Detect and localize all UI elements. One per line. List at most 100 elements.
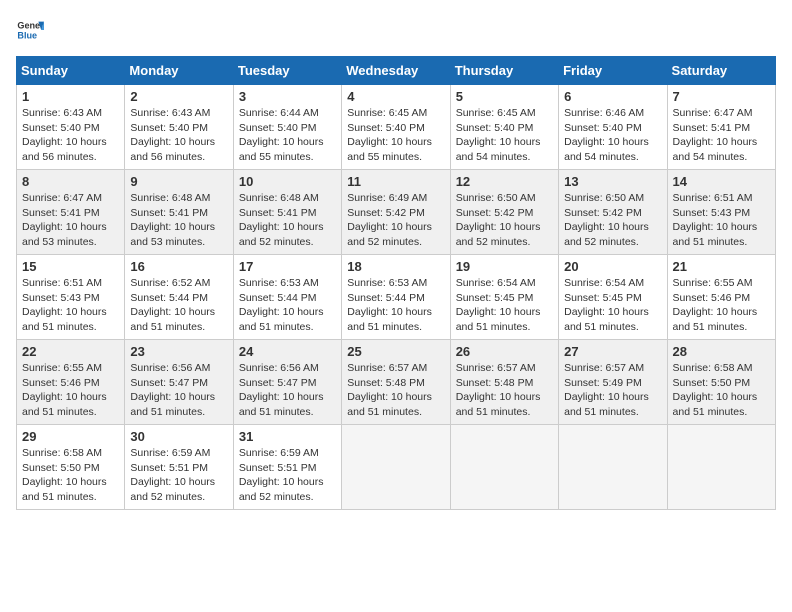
day-info: Sunrise: 6:54 AM Sunset: 5:45 PM Dayligh… [456,276,553,335]
calendar-cell: 30Sunrise: 6:59 AM Sunset: 5:51 PM Dayli… [125,425,233,510]
day-number: 15 [22,259,119,274]
calendar-cell [342,425,450,510]
day-info: Sunrise: 6:54 AM Sunset: 5:45 PM Dayligh… [564,276,661,335]
calendar-cell: 17 Sunrise: 6:53 AM Sunset: 5:44 PM Dayli… [233,255,341,340]
header-monday: Monday [125,57,233,85]
calendar-cell: 31 Sunrise: 6:59 AM Sunset: 5:51 PM Dayli… [233,425,341,510]
calendar-cell [559,425,667,510]
day-info: Sunrise: 6:48 AM Sunset: 5:41 PM Dayligh… [130,191,227,250]
calendar-cell: 14 Sunrise: 6:51 AM Sunset: 5:43 PM Dayli… [667,170,775,255]
day-info: Sunrise: 6:44 AM Sunset: 5:40 PM Dayligh… [239,106,336,165]
day-info: Sunrise: 6:50 AM Sunset: 5:42 PM Dayligh… [564,191,661,250]
page-header: General Blue [16,16,776,44]
day-info: Sunrise: 6:49 AM Sunset: 5:42 PM Dayligh… [347,191,444,250]
day-info: Sunrise: 6:48 AM Sunset: 5:41 PM Dayligh… [239,191,336,250]
calendar-cell: 9 Sunrise: 6:48 AM Sunset: 5:41 PM Daylig… [125,170,233,255]
calendar-cell: 25 Sunrise: 6:57 AM Sunset: 5:48 PM Dayli… [342,340,450,425]
calendar-week-1: 1 Sunrise: 6:43 AM Sunset: 5:40 PM Daylig… [17,85,776,170]
day-number: 4 [347,89,444,104]
calendar-cell: 13 Sunrise: 6:50 AM Sunset: 5:42 PM Dayli… [559,170,667,255]
day-number: 1 [22,89,119,104]
day-number: 6 [564,89,661,104]
day-number: 26 [456,344,553,359]
calendar-cell: 12Sunrise: 6:50 AM Sunset: 5:42 PM Dayli… [450,170,558,255]
day-info: Sunrise: 6:53 AM Sunset: 5:44 PM Dayligh… [347,276,444,335]
calendar-cell: 18Sunrise: 6:53 AM Sunset: 5:44 PM Dayli… [342,255,450,340]
day-number: 14 [673,174,770,189]
calendar-week-4: 22 Sunrise: 6:55 AM Sunset: 5:46 PM Dayli… [17,340,776,425]
day-info: Sunrise: 6:58 AM Sunset: 5:50 PM Dayligh… [673,361,770,420]
day-info: Sunrise: 6:59 AM Sunset: 5:51 PM Dayligh… [239,446,336,505]
day-number: 5 [456,89,553,104]
day-number: 19 [456,259,553,274]
day-number: 13 [564,174,661,189]
calendar-cell: 28 Sunrise: 6:58 AM Sunset: 5:50 PM Dayli… [667,340,775,425]
day-number: 9 [130,174,227,189]
day-info: Sunrise: 6:52 AM Sunset: 5:44 PM Dayligh… [130,276,227,335]
day-number: 10 [239,174,336,189]
calendar-cell [450,425,558,510]
day-info: Sunrise: 6:43 AM Sunset: 5:40 PM Dayligh… [22,106,119,165]
calendar-cell: 1 Sunrise: 6:43 AM Sunset: 5:40 PM Daylig… [17,85,125,170]
header-saturday: Saturday [667,57,775,85]
day-info: Sunrise: 6:51 AM Sunset: 5:43 PM Dayligh… [673,191,770,250]
day-number: 27 [564,344,661,359]
day-number: 3 [239,89,336,104]
day-number: 8 [22,174,119,189]
calendar-cell: 5Sunrise: 6:45 AM Sunset: 5:40 PM Daylig… [450,85,558,170]
day-info: Sunrise: 6:56 AM Sunset: 5:47 PM Dayligh… [130,361,227,420]
calendar-cell: 8 Sunrise: 6:47 AM Sunset: 5:41 PM Daylig… [17,170,125,255]
day-number: 23 [130,344,227,359]
day-number: 7 [673,89,770,104]
day-info: Sunrise: 6:43 AM Sunset: 5:40 PM Dayligh… [130,106,227,165]
header-friday: Friday [559,57,667,85]
calendar-cell [667,425,775,510]
day-info: Sunrise: 6:57 AM Sunset: 5:49 PM Dayligh… [564,361,661,420]
calendar-cell: 4 Sunrise: 6:45 AM Sunset: 5:40 PM Daylig… [342,85,450,170]
calendar-cell: 23 Sunrise: 6:56 AM Sunset: 5:47 PM Dayli… [125,340,233,425]
calendar-week-5: 29 Sunrise: 6:58 AM Sunset: 5:50 PM Dayli… [17,425,776,510]
day-number: 11 [347,174,444,189]
day-number: 22 [22,344,119,359]
header-tuesday: Tuesday [233,57,341,85]
logo-icon: General Blue [16,16,44,44]
day-info: Sunrise: 6:47 AM Sunset: 5:41 PM Dayligh… [673,106,770,165]
day-info: Sunrise: 6:58 AM Sunset: 5:50 PM Dayligh… [22,446,119,505]
calendar-cell: 24Sunrise: 6:56 AM Sunset: 5:47 PM Dayli… [233,340,341,425]
day-number: 28 [673,344,770,359]
calendar-cell: 15 Sunrise: 6:51 AM Sunset: 5:43 PM Dayli… [17,255,125,340]
calendar-cell: 29 Sunrise: 6:58 AM Sunset: 5:50 PM Dayli… [17,425,125,510]
day-number: 2 [130,89,227,104]
calendar-cell: 22 Sunrise: 6:55 AM Sunset: 5:46 PM Dayli… [17,340,125,425]
logo: General Blue [16,16,44,44]
calendar-cell: 2 Sunrise: 6:43 AM Sunset: 5:40 PM Daylig… [125,85,233,170]
day-info: Sunrise: 6:47 AM Sunset: 5:41 PM Dayligh… [22,191,119,250]
calendar-cell: 11 Sunrise: 6:49 AM Sunset: 5:42 PM Dayli… [342,170,450,255]
calendar-cell: 19 Sunrise: 6:54 AM Sunset: 5:45 PM Dayli… [450,255,558,340]
day-info: Sunrise: 6:55 AM Sunset: 5:46 PM Dayligh… [22,361,119,420]
day-number: 21 [673,259,770,274]
calendar-cell: 20Sunrise: 6:54 AM Sunset: 5:45 PM Dayli… [559,255,667,340]
day-info: Sunrise: 6:53 AM Sunset: 5:44 PM Dayligh… [239,276,336,335]
calendar-cell: 3 Sunrise: 6:44 AM Sunset: 5:40 PM Daylig… [233,85,341,170]
day-number: 17 [239,259,336,274]
day-number: 29 [22,429,119,444]
day-info: Sunrise: 6:46 AM Sunset: 5:40 PM Dayligh… [564,106,661,165]
day-info: Sunrise: 6:51 AM Sunset: 5:43 PM Dayligh… [22,276,119,335]
calendar-cell: 10 Sunrise: 6:48 AM Sunset: 5:41 PM Dayli… [233,170,341,255]
day-number: 25 [347,344,444,359]
calendar-cell: 16Sunrise: 6:52 AM Sunset: 5:44 PM Dayli… [125,255,233,340]
day-info: Sunrise: 6:57 AM Sunset: 5:48 PM Dayligh… [347,361,444,420]
day-info: Sunrise: 6:59 AM Sunset: 5:51 PM Dayligh… [130,446,227,505]
calendar-week-2: 8 Sunrise: 6:47 AM Sunset: 5:41 PM Daylig… [17,170,776,255]
day-info: Sunrise: 6:45 AM Sunset: 5:40 PM Dayligh… [347,106,444,165]
day-number: 31 [239,429,336,444]
calendar-cell: 27 Sunrise: 6:57 AM Sunset: 5:49 PM Dayli… [559,340,667,425]
calendar: SundayMondayTuesdayWednesdayThursdayFrid… [16,56,776,510]
header-sunday: Sunday [17,57,125,85]
header-wednesday: Wednesday [342,57,450,85]
calendar-week-3: 15 Sunrise: 6:51 AM Sunset: 5:43 PM Dayli… [17,255,776,340]
calendar-header-row: SundayMondayTuesdayWednesdayThursdayFrid… [17,57,776,85]
day-info: Sunrise: 6:50 AM Sunset: 5:42 PM Dayligh… [456,191,553,250]
calendar-cell: 6 Sunrise: 6:46 AM Sunset: 5:40 PM Daylig… [559,85,667,170]
